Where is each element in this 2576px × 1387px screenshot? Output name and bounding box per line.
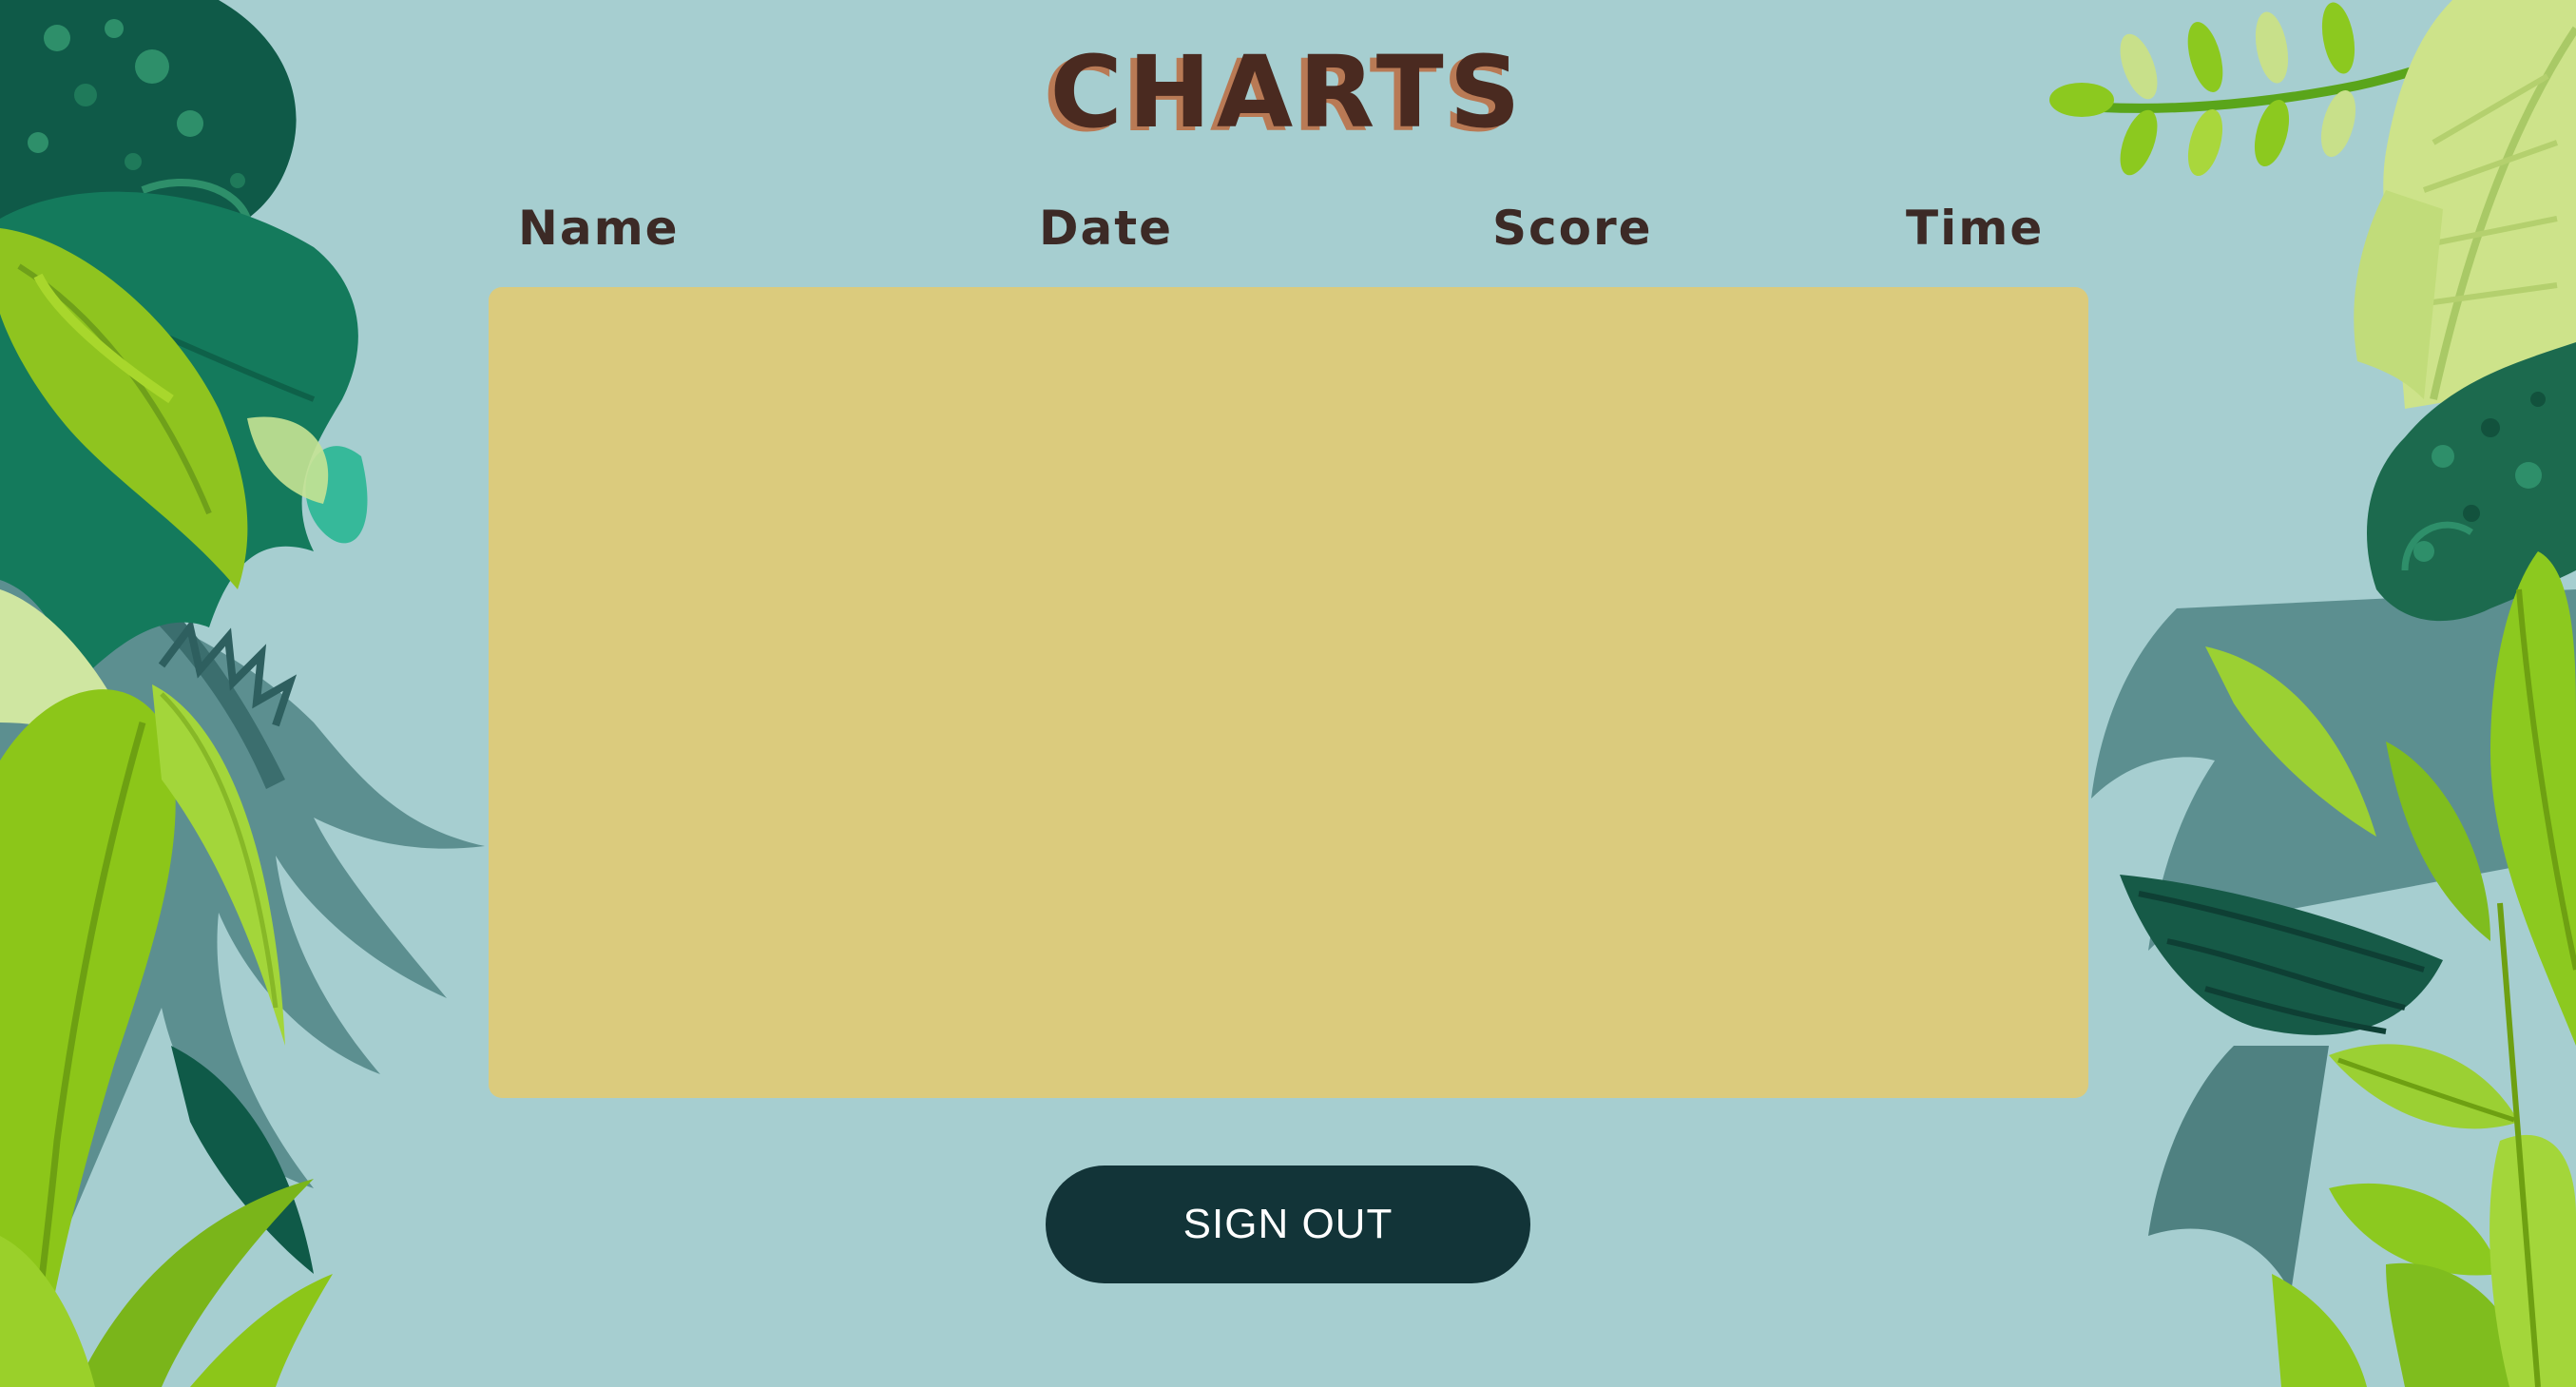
column-header-name: Name <box>518 201 680 256</box>
column-header-date: Date <box>1039 201 1174 256</box>
right-jungle-foliage <box>2049 0 2576 1387</box>
column-header-time: Time <box>1906 201 2045 256</box>
charts-page: CHARTS Name Date Score Time SIGN OUT <box>0 0 2576 1387</box>
left-jungle-foliage <box>0 0 485 1387</box>
scores-table-body <box>489 287 2088 1098</box>
column-header-score: Score <box>1492 201 1653 256</box>
sign-out-button[interactable]: SIGN OUT <box>1046 1165 1530 1283</box>
page-title: CHARTS <box>1049 34 1527 150</box>
